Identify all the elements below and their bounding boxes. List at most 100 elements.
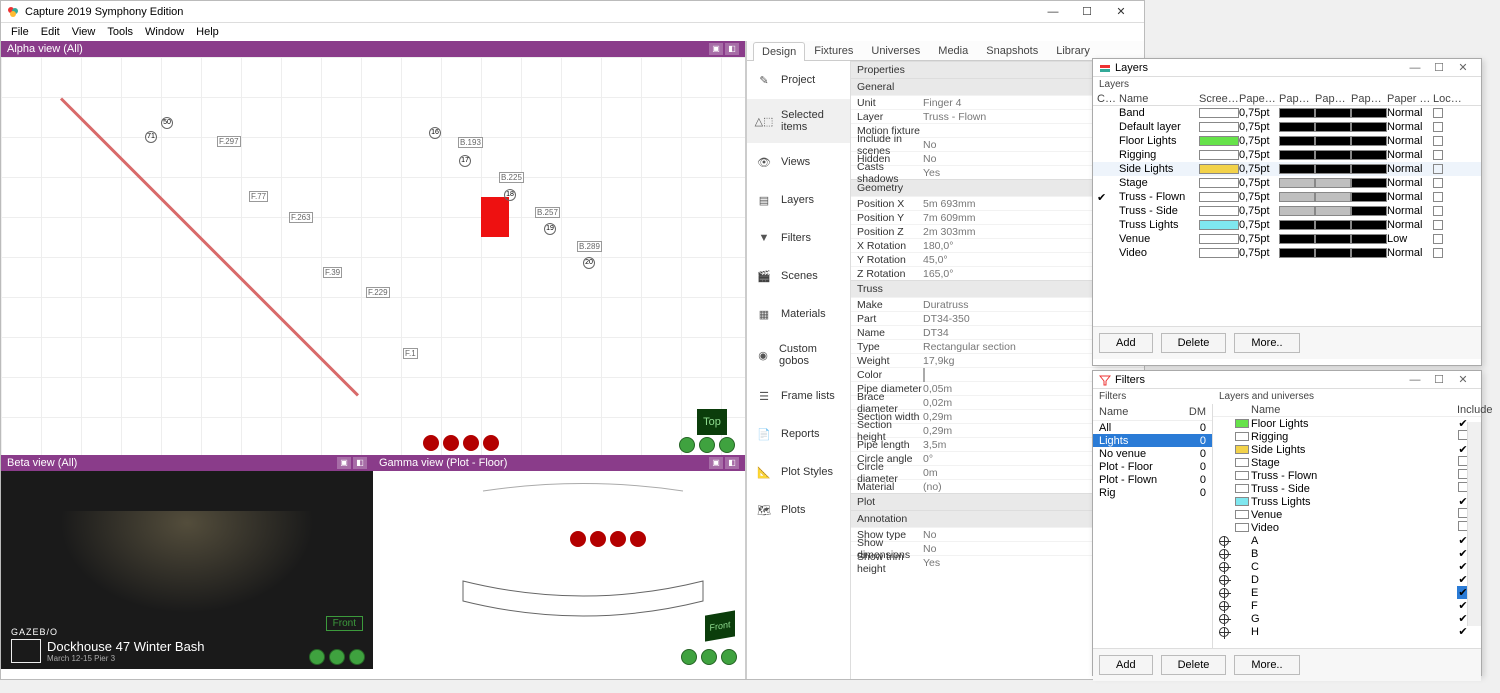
paper-color-swatch[interactable]: [1279, 248, 1315, 258]
layer-universe-row[interactable]: C✔: [1213, 560, 1481, 573]
layers-col-header[interactable]: Name: [1119, 93, 1199, 105]
view-tool-button[interactable]: [699, 437, 715, 453]
layers-row[interactable]: Truss - Side0,75ptNormal: [1093, 204, 1481, 218]
layers-row[interactable]: Stage0,75ptNormal: [1093, 176, 1481, 190]
paper-color-swatch[interactable]: [1279, 220, 1315, 230]
layers-col-header[interactable]: Locked: [1433, 93, 1463, 105]
layer-universe-row[interactable]: D✔: [1213, 573, 1481, 586]
close-button[interactable]: ✕: [1451, 373, 1475, 386]
tab-design[interactable]: Design: [753, 42, 805, 61]
gamma-view-header[interactable]: Gamma view (Plot - Floor) ▣◧: [373, 455, 745, 471]
screen-color-swatch[interactable]: [1199, 206, 1239, 216]
screen-color-swatch[interactable]: [1199, 192, 1239, 202]
locked-checkbox[interactable]: [1433, 108, 1443, 118]
more-button[interactable]: More..: [1234, 655, 1299, 675]
layers-row[interactable]: Side Lights0,75ptNormal: [1093, 162, 1481, 176]
maximize-button[interactable]: ☐: [1427, 373, 1451, 386]
locked-checkbox[interactable]: [1433, 206, 1443, 216]
locked-checkbox[interactable]: [1433, 234, 1443, 244]
locked-checkbox[interactable]: [1433, 220, 1443, 230]
beta-viewport[interactable]: Front Dockhouse 47 Winter Bash March 12-…: [1, 471, 373, 669]
menu-window[interactable]: Window: [141, 26, 188, 38]
nav-views[interactable]: 👁Views: [747, 143, 850, 181]
filter-item[interactable]: Plot - Floor0: [1093, 460, 1212, 473]
tab-fixtures[interactable]: Fixtures: [805, 41, 862, 60]
screen-color-swatch[interactable]: [1199, 164, 1239, 174]
layers-col-header[interactable]: Cu...: [1097, 93, 1119, 105]
paper-color-swatch[interactable]: [1279, 178, 1315, 188]
nav-project[interactable]: ✎Project: [747, 61, 850, 99]
layer-universe-row[interactable]: Video: [1213, 521, 1481, 534]
layers-row[interactable]: Floor Lights0,75ptNormal: [1093, 134, 1481, 148]
layers-row[interactable]: Default layer0,75ptNormal: [1093, 120, 1481, 134]
more-button[interactable]: More..: [1234, 333, 1299, 353]
locked-checkbox[interactable]: [1433, 136, 1443, 146]
screen-color-swatch[interactable]: [1199, 150, 1239, 160]
locked-checkbox[interactable]: [1433, 122, 1443, 132]
filter-item[interactable]: No venue0: [1093, 447, 1212, 460]
include-checkbox[interactable]: ✔: [1457, 625, 1469, 638]
menu-help[interactable]: Help: [192, 26, 223, 38]
layers-col-header[interactable]: Paper c...: [1279, 93, 1315, 105]
alpha-view-header[interactable]: Alpha view (All) ▣◧: [1, 41, 745, 57]
add-button[interactable]: Add: [1099, 333, 1153, 353]
alpha-viewport[interactable]: F.297 F.77 F.263 F.39 F.229 F.1 B.193 B.…: [1, 57, 745, 455]
layer-universe-row[interactable]: F✔: [1213, 599, 1481, 612]
layer-universe-row[interactable]: Rigging: [1213, 430, 1481, 443]
layers-col-header[interactable]: Screen c...: [1199, 93, 1239, 105]
paper-color-swatch[interactable]: [1279, 192, 1315, 202]
layers-col-header[interactable]: Paper te...: [1351, 93, 1387, 105]
layers-col-header[interactable]: Paper s...: [1315, 93, 1351, 105]
screen-color-swatch[interactable]: [1199, 178, 1239, 188]
layer-universe-row[interactable]: Side Lights✔: [1213, 443, 1481, 456]
menu-edit[interactable]: Edit: [37, 26, 64, 38]
view-tool-button[interactable]: [719, 437, 735, 453]
layer-universe-row[interactable]: H✔: [1213, 625, 1481, 638]
nav-frame-lists[interactable]: ☰Frame lists: [747, 377, 850, 415]
layers-row[interactable]: Video0,75ptNormal: [1093, 246, 1481, 260]
layers-row[interactable]: ✔Truss - Flown0,75ptNormal: [1093, 190, 1481, 204]
nav-plot-styles[interactable]: 📐Plot Styles: [747, 453, 850, 491]
nav-custom-gobos[interactable]: ◉Custom gobos: [747, 333, 850, 377]
locked-checkbox[interactable]: [1433, 248, 1443, 258]
view-tool-button[interactable]: [679, 437, 695, 453]
layers-row[interactable]: Rigging0,75ptNormal: [1093, 148, 1481, 162]
menu-file[interactable]: File: [7, 26, 33, 38]
layers-row[interactable]: Venue0,75ptLow: [1093, 232, 1481, 246]
layer-universe-row[interactable]: E✔: [1213, 586, 1481, 599]
screen-color-swatch[interactable]: [1199, 220, 1239, 230]
layer-universe-row[interactable]: Venue: [1213, 508, 1481, 521]
layer-universe-row[interactable]: A✔: [1213, 534, 1481, 547]
layers-row[interactable]: Truss Lights0,75ptNormal: [1093, 218, 1481, 232]
close-button[interactable]: ✕: [1451, 61, 1475, 74]
tab-universes[interactable]: Universes: [862, 41, 929, 60]
nav-reports[interactable]: 📄Reports: [747, 415, 850, 453]
nav-layers[interactable]: ▤Layers: [747, 181, 850, 219]
layers-col-header[interactable]: Paper pr...: [1387, 93, 1433, 105]
layer-universe-row[interactable]: B✔: [1213, 547, 1481, 560]
tab-media[interactable]: Media: [929, 41, 977, 60]
locked-checkbox[interactable]: [1433, 164, 1443, 174]
screen-color-swatch[interactable]: [1199, 122, 1239, 132]
minimize-button[interactable]: —: [1036, 2, 1070, 22]
paper-color-swatch[interactable]: [1279, 164, 1315, 174]
nav-plots[interactable]: 🗺Plots: [747, 491, 850, 529]
paper-color-swatch[interactable]: [1279, 136, 1315, 146]
nav-materials[interactable]: ▦Materials: [747, 295, 850, 333]
menu-tools[interactable]: Tools: [103, 26, 137, 38]
maximize-button[interactable]: ☐: [1070, 2, 1104, 22]
maximize-button[interactable]: ☐: [1427, 61, 1451, 74]
filter-item[interactable]: All0: [1093, 421, 1212, 434]
filter-item[interactable]: Plot - Flown0: [1093, 473, 1212, 486]
add-button[interactable]: Add: [1099, 655, 1153, 675]
layer-universe-row[interactable]: Stage: [1213, 456, 1481, 469]
paper-color-swatch[interactable]: [1279, 206, 1315, 216]
nav-selected-items[interactable]: △⬚Selected items: [747, 99, 850, 143]
screen-color-swatch[interactable]: [1199, 108, 1239, 118]
tab-snapshots[interactable]: Snapshots: [977, 41, 1047, 60]
filter-item[interactable]: Lights0: [1093, 434, 1212, 447]
layer-universe-row[interactable]: Truss - Flown: [1213, 469, 1481, 482]
color-swatch[interactable]: [923, 368, 925, 382]
layer-universe-row[interactable]: Floor Lights✔: [1213, 417, 1481, 430]
paper-color-swatch[interactable]: [1279, 122, 1315, 132]
